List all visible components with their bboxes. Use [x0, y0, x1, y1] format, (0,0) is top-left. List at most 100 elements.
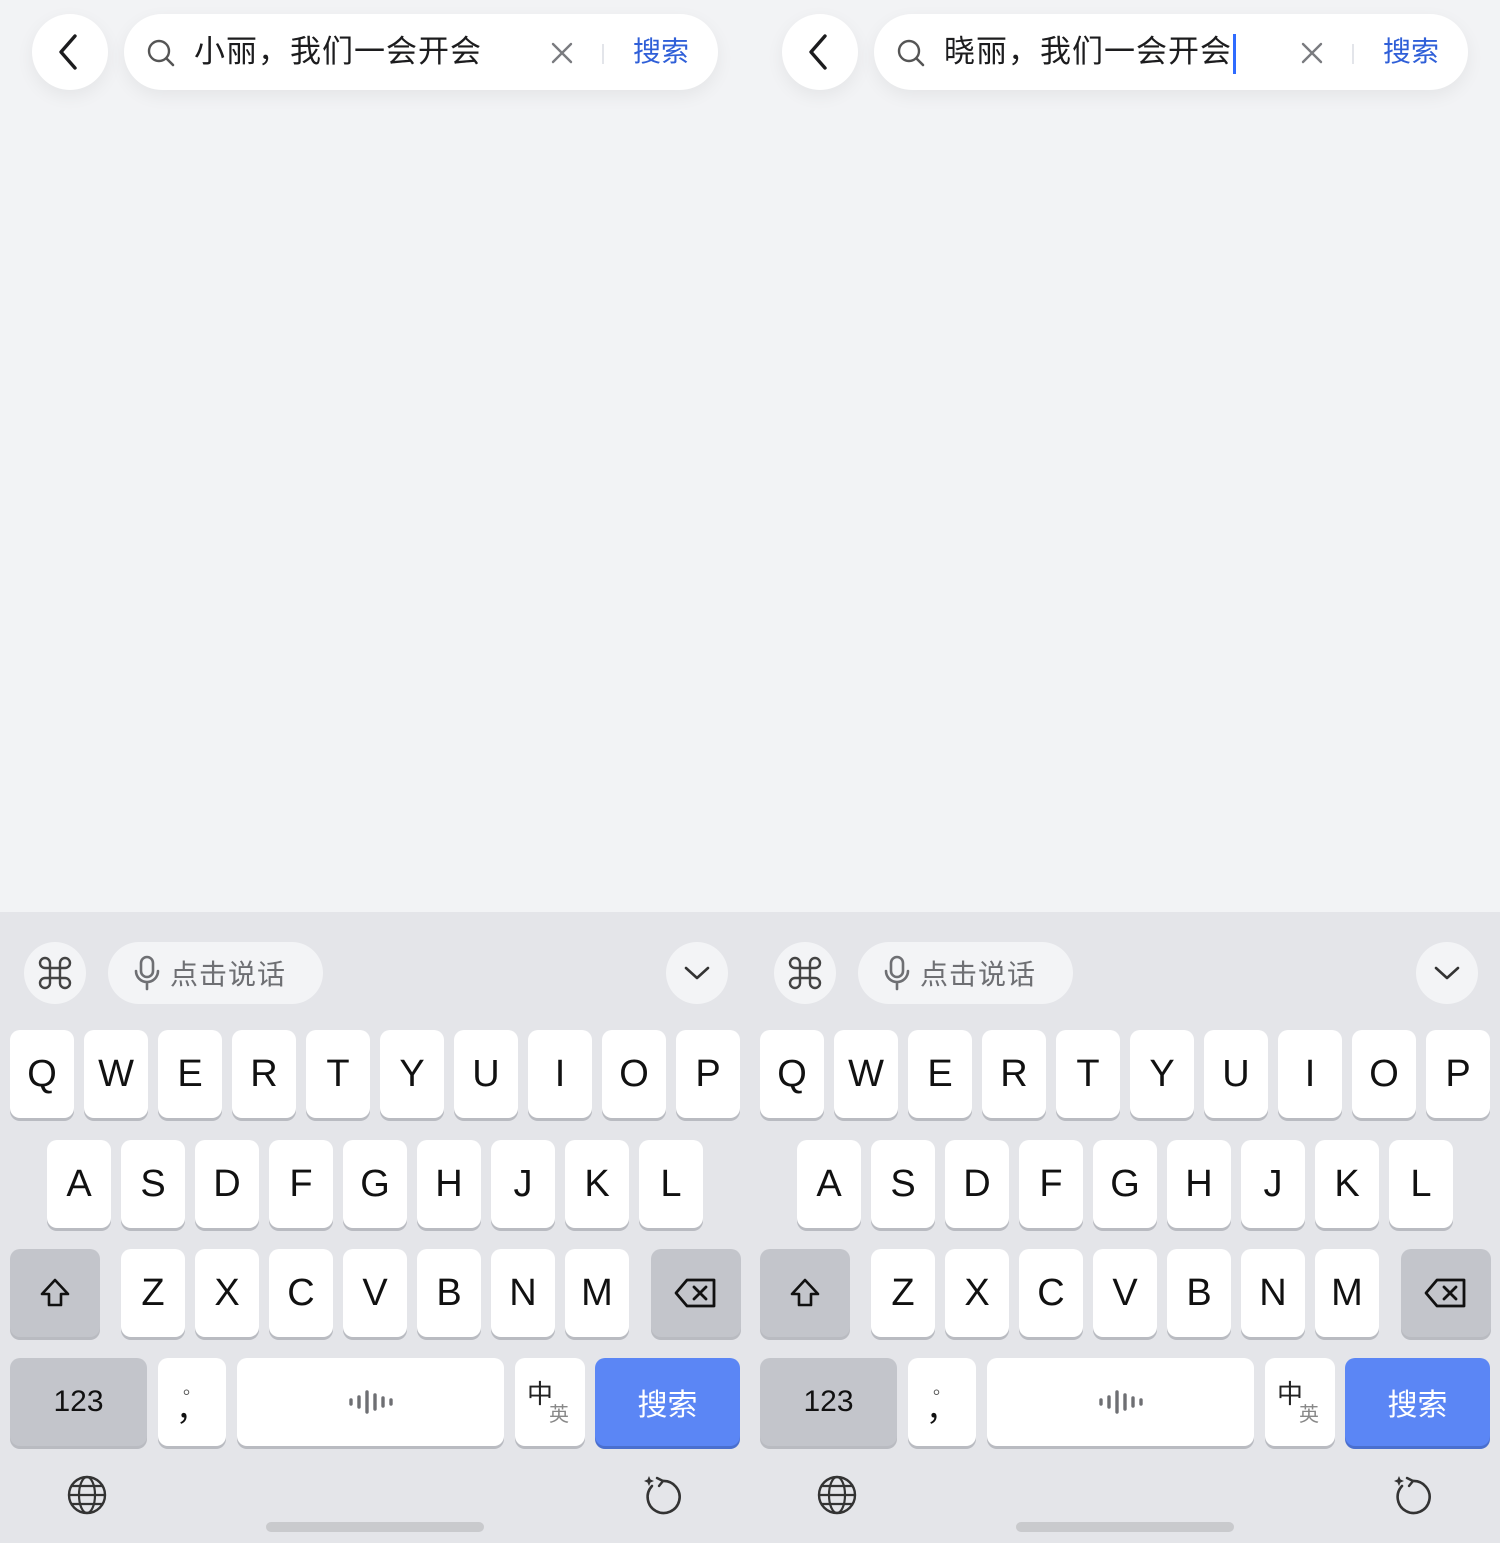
keyboard-menu-button[interactable] — [24, 942, 86, 1004]
key-j[interactable]: J — [491, 1140, 555, 1228]
key-c[interactable]: C — [1019, 1249, 1083, 1337]
key-k[interactable]: K — [565, 1140, 629, 1228]
backspace-key[interactable] — [651, 1249, 741, 1337]
key-g[interactable]: G — [1093, 1140, 1157, 1228]
key-d[interactable]: D — [195, 1140, 259, 1228]
key-e[interactable]: E — [158, 1030, 222, 1118]
key-y[interactable]: Y — [1130, 1030, 1194, 1118]
shift-icon — [790, 1278, 820, 1307]
clear-icon[interactable] — [1298, 39, 1326, 67]
key-u[interactable]: U — [1204, 1030, 1268, 1118]
key-f[interactable]: F — [269, 1140, 333, 1228]
key-c[interactable]: C — [269, 1249, 333, 1337]
key-d[interactable]: D — [945, 1140, 1009, 1228]
language-switch-key[interactable]: 中英 — [1265, 1358, 1335, 1446]
search-button[interactable]: 搜索 — [1374, 14, 1448, 90]
key-b[interactable]: B — [417, 1249, 481, 1337]
search-bar[interactable]: 晓丽，我们一会开会 搜索 — [874, 14, 1468, 90]
key-w[interactable]: W — [84, 1030, 148, 1118]
key-n[interactable]: N — [491, 1249, 555, 1337]
key-l[interactable]: L — [639, 1140, 703, 1228]
voice-input-label: 点击说话 — [920, 958, 1037, 991]
key-q[interactable]: Q — [10, 1030, 74, 1118]
search-icon — [897, 39, 925, 67]
numbers-key[interactable]: 123 — [760, 1358, 897, 1446]
key-e[interactable]: E — [908, 1030, 972, 1118]
key-m[interactable]: M — [1315, 1249, 1379, 1337]
search-bar[interactable]: 小丽，我们一会开会 搜索 — [124, 14, 718, 90]
key-j[interactable]: J — [1241, 1140, 1305, 1228]
search-icon — [147, 39, 175, 67]
language-secondary: 英 — [549, 1402, 569, 1426]
key-p[interactable]: P — [676, 1030, 740, 1118]
shift-key[interactable] — [760, 1249, 850, 1337]
panel-after: 晓丽，我们一会开会 搜索 点击说话 QWERTYUIOP ASDFGHJKL Z… — [750, 0, 1500, 1543]
key-v[interactable]: V — [343, 1249, 407, 1337]
globe-icon[interactable] — [66, 1474, 108, 1516]
divider — [1352, 44, 1354, 64]
key-z[interactable]: Z — [871, 1249, 935, 1337]
key-n[interactable]: N — [1241, 1249, 1305, 1337]
punctuation-key[interactable]: 。， — [158, 1358, 226, 1446]
key-p[interactable]: P — [1426, 1030, 1490, 1118]
key-r[interactable]: R — [982, 1030, 1046, 1118]
language-secondary: 英 — [1299, 1402, 1319, 1426]
key-t[interactable]: T — [1056, 1030, 1120, 1118]
key-o[interactable]: O — [1352, 1030, 1416, 1118]
collapse-keyboard-button[interactable] — [666, 942, 728, 1004]
punctuation-key[interactable]: 。， — [908, 1358, 976, 1446]
search-enter-key[interactable]: 搜索 — [1345, 1358, 1490, 1446]
key-t[interactable]: T — [306, 1030, 370, 1118]
reset-icon[interactable] — [640, 1472, 686, 1518]
voice-input-button[interactable]: 点击说话 — [858, 942, 1073, 1004]
reset-icon[interactable] — [1390, 1472, 1436, 1518]
key-s[interactable]: S — [871, 1140, 935, 1228]
back-button[interactable] — [782, 14, 858, 90]
key-u[interactable]: U — [454, 1030, 518, 1118]
backspace-icon — [1424, 1278, 1466, 1308]
key-i[interactable]: I — [1278, 1030, 1342, 1118]
key-r[interactable]: R — [232, 1030, 296, 1118]
search-input[interactable]: 小丽，我们一会开会 — [194, 14, 482, 90]
search-input[interactable]: 晓丽，我们一会开会 — [944, 14, 1236, 90]
key-a[interactable]: A — [797, 1140, 861, 1228]
microphone-icon — [884, 955, 910, 991]
space-key[interactable] — [987, 1358, 1254, 1446]
key-x[interactable]: X — [945, 1249, 1009, 1337]
key-q[interactable]: Q — [760, 1030, 824, 1118]
key-b[interactable]: B — [1167, 1249, 1231, 1337]
key-l[interactable]: L — [1389, 1140, 1453, 1228]
globe-icon[interactable] — [816, 1474, 858, 1516]
space-key[interactable] — [237, 1358, 504, 1446]
key-s[interactable]: S — [121, 1140, 185, 1228]
key-o[interactable]: O — [602, 1030, 666, 1118]
key-a[interactable]: A — [47, 1140, 111, 1228]
search-button[interactable]: 搜索 — [624, 14, 698, 90]
search-enter-key[interactable]: 搜索 — [595, 1358, 740, 1446]
collapse-keyboard-button[interactable] — [1416, 942, 1478, 1004]
key-v[interactable]: V — [1093, 1249, 1157, 1337]
language-switch-key[interactable]: 中英 — [515, 1358, 585, 1446]
backspace-key[interactable] — [1401, 1249, 1491, 1337]
home-indicator — [1016, 1522, 1234, 1532]
shift-key[interactable] — [10, 1249, 100, 1337]
clear-icon[interactable] — [548, 39, 576, 67]
numbers-key[interactable]: 123 — [10, 1358, 147, 1446]
key-f[interactable]: F — [1019, 1140, 1083, 1228]
voice-input-button[interactable]: 点击说话 — [108, 942, 323, 1004]
key-g[interactable]: G — [343, 1140, 407, 1228]
voice-wave-icon — [348, 1390, 393, 1414]
key-h[interactable]: H — [1167, 1140, 1231, 1228]
back-button[interactable] — [32, 14, 108, 90]
key-y[interactable]: Y — [380, 1030, 444, 1118]
keyboard-menu-button[interactable] — [774, 942, 836, 1004]
search-input-value: 晓丽，我们一会开会 — [944, 34, 1232, 70]
key-x[interactable]: X — [195, 1249, 259, 1337]
key-h[interactable]: H — [417, 1140, 481, 1228]
key-w[interactable]: W — [834, 1030, 898, 1118]
command-icon — [38, 956, 72, 990]
key-z[interactable]: Z — [121, 1249, 185, 1337]
key-i[interactable]: I — [528, 1030, 592, 1118]
key-m[interactable]: M — [565, 1249, 629, 1337]
key-k[interactable]: K — [1315, 1140, 1379, 1228]
